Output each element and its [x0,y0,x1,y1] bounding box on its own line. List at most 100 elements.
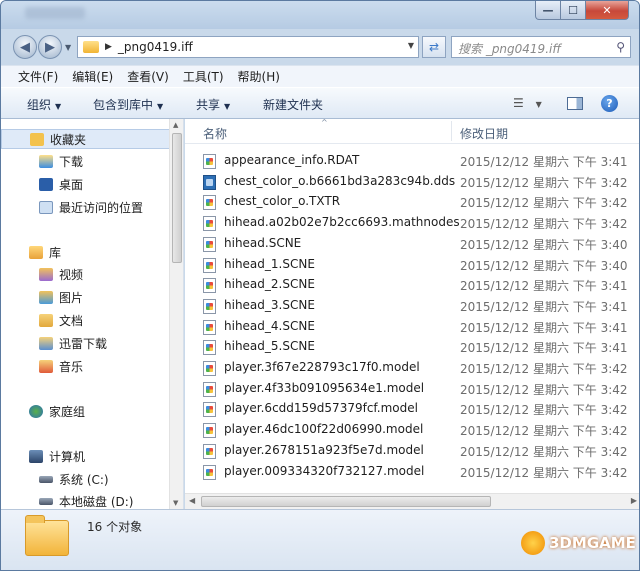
maximize-button[interactable]: ☐ [560,1,586,20]
nav-favorites[interactable]: 收藏夹 [1,129,171,149]
breadcrumb-separator-icon[interactable]: ▶ [105,42,112,52]
window-title-blurred [25,7,85,19]
change-view-button[interactable]: ☰ ▼ [513,96,542,110]
back-button[interactable]: ◀ [13,35,37,59]
file-icon [203,464,216,480]
desktop-icon [39,177,53,191]
file-name: player.6cdd159d57379fcf.model [224,401,418,416]
title-bar[interactable]: — ☐ ✕ [1,1,639,29]
file-date: 2015/12/12 星期六 下午 3:41 [460,279,628,294]
nav-drive-d[interactable]: 本地磁盘 (D:) [1,491,171,511]
watermark-text: 3DMGAME [549,534,636,552]
nav-desktop[interactable]: 桌面 [1,174,171,194]
close-button[interactable]: ✕ [585,1,629,20]
file-row[interactable]: player.009334320f732127.model 2015/12/12 … [203,462,633,482]
file-row[interactable]: hihead_2.SCNE 2015/12/12 星期六 下午 3:41 [203,275,633,295]
file-row[interactable]: appearance_info.RDAT 2015/12/12 星期六 下午 3:… [203,151,633,171]
file-icon [203,443,216,459]
file-name: chest_color_o.TXTR [224,194,341,209]
file-row[interactable]: chest_color_o.b6661bd3a283c94b.dds 2015/1… [203,172,633,192]
help-icon[interactable]: ? [601,95,618,112]
file-row[interactable]: hihead.SCNE 2015/12/12 星期六 下午 3:40 [203,234,633,254]
file-icon [203,423,216,439]
nav-downloads[interactable]: 下载 [1,151,171,171]
file-date: 2015/12/12 星期六 下午 3:40 [460,258,628,273]
nav-drive-c[interactable]: 系统 (C:) [1,469,171,489]
file-date: 2015/12/12 星期六 下午 3:40 [460,237,628,252]
forward-button[interactable]: ▶ [38,35,62,59]
scroll-down-icon[interactable]: ▼ [173,499,178,507]
scroll-left-icon[interactable]: ◀ [189,496,195,505]
details-view-icon: ☰ [513,96,524,110]
videos-icon [39,267,53,281]
share-button[interactable]: 共享 ▼ [196,96,230,113]
computer-icon [29,449,43,463]
column-header-name[interactable]: 名称 [203,125,227,142]
forward-arrow-icon: ▶ [45,39,55,55]
file-row[interactable]: player.6cdd159d57379fcf.model 2015/12/12 … [203,399,633,419]
favorites-star-icon [30,132,44,146]
nav-libraries[interactable]: 库 [1,242,171,262]
scroll-right-icon[interactable]: ▶ [631,496,637,505]
scroll-up-icon[interactable]: ▲ [173,121,178,129]
new-folder-button[interactable]: 新建文件夹 [263,96,323,113]
file-row[interactable]: player.3f67e228793c17f0.model 2015/12/12 … [203,358,633,378]
nav-music[interactable]: 音乐 [1,356,171,376]
file-date: 2015/12/12 星期六 下午 3:42 [460,217,628,232]
menu-file[interactable]: 文件(F) [11,68,65,85]
file-name: hihead_4.SCNE [224,318,315,333]
nav-computer[interactable]: 计算机 [1,446,171,466]
search-icon[interactable]: ⚲ [616,40,625,54]
organize-button[interactable]: 组织 ▼ [27,96,61,113]
nav-homegroup[interactable]: 家庭组 [1,401,171,421]
refresh-button[interactable]: ⇄ [422,36,446,58]
organize-label: 组织 [27,98,52,112]
recent-pages-dropdown[interactable]: ▼ [65,43,71,52]
nav-scroll-thumb[interactable] [172,133,182,263]
nav-recent-places[interactable]: 最近访问的位置 [1,197,171,217]
file-row[interactable]: hihead_1.SCNE 2015/12/12 星期六 下午 3:40 [203,255,633,275]
minimize-button[interactable]: — [535,1,561,20]
file-date: 2015/12/12 星期六 下午 3:41 [460,299,628,314]
file-date: 2015/12/12 星期六 下午 3:42 [460,465,628,480]
menu-edit[interactable]: 编辑(E) [65,68,120,85]
file-row[interactable]: chest_color_o.TXTR 2015/12/12 星期六 下午 3:42 [203,192,633,212]
column-divider[interactable] [451,121,452,141]
file-scroll-thumb[interactable] [201,496,491,507]
file-icon [203,340,216,356]
menu-help[interactable]: 帮助(H) [231,68,287,85]
include-in-library-button[interactable]: 包含到库中 ▼ [93,96,163,113]
navigation-pane: 收藏夹 下载 桌面 最近访问的位置 库 视频 图片 文档 迅雷下载 音乐 家庭组… [1,119,184,509]
nav-documents[interactable]: 文档 [1,310,171,330]
nav-thunder-downloads[interactable]: 迅雷下载 [1,333,171,353]
menu-tools[interactable]: 工具(T) [176,68,231,85]
column-header-date[interactable]: 修改日期 [460,125,508,142]
file-name: player.3f67e228793c17f0.model [224,360,420,374]
file-date: 2015/12/12 星期六 下午 3:41 [460,341,628,356]
file-name: hihead.SCNE [224,235,302,250]
file-icon [203,402,216,418]
file-row[interactable]: hihead_4.SCNE 2015/12/12 星期六 下午 3:41 [203,317,633,337]
file-row[interactable]: player.4f33b091095634e1.model 2015/12/12 … [203,379,633,399]
file-row[interactable]: hihead_5.SCNE 2015/12/12 星期六 下午 3:41 [203,337,633,357]
watermark-logo: 3DMGAME [521,531,636,555]
address-path[interactable]: _png0419.iff [118,40,193,54]
file-row[interactable]: hihead_3.SCNE 2015/12/12 星期六 下午 3:41 [203,296,633,316]
search-input[interactable]: 搜索 _png0419.iff ⚲ [451,36,631,58]
file-row[interactable]: player.46dc100f22d06990.model 2015/12/12 … [203,420,633,440]
menu-view[interactable]: 查看(V) [120,68,176,85]
preview-pane-icon[interactable] [567,97,583,110]
address-bar[interactable]: ▶ _png0419.iff ▼ [77,36,419,58]
file-row[interactable]: hihead.a02b02e7b2cc6693.mathnodes 2015/12… [203,213,633,233]
file-horizontal-scrollbar[interactable]: ◀ ▶ [185,493,639,509]
file-date: 2015/12/12 星期六 下午 3:42 [460,175,628,190]
file-icon [203,257,216,273]
file-date: 2015/12/12 星期六 下午 3:42 [460,403,628,418]
file-name: hihead_1.SCNE [224,256,315,271]
file-row[interactable]: player.2678151a923f5e7d.model 2015/12/12 … [203,441,633,461]
address-dropdown-icon[interactable]: ▼ [408,41,414,50]
share-label: 共享 [196,98,221,112]
nav-videos[interactable]: 视频 [1,264,171,284]
nav-scrollbar[interactable]: ▲ ▼ [169,119,183,509]
nav-pictures[interactable]: 图片 [1,287,171,307]
